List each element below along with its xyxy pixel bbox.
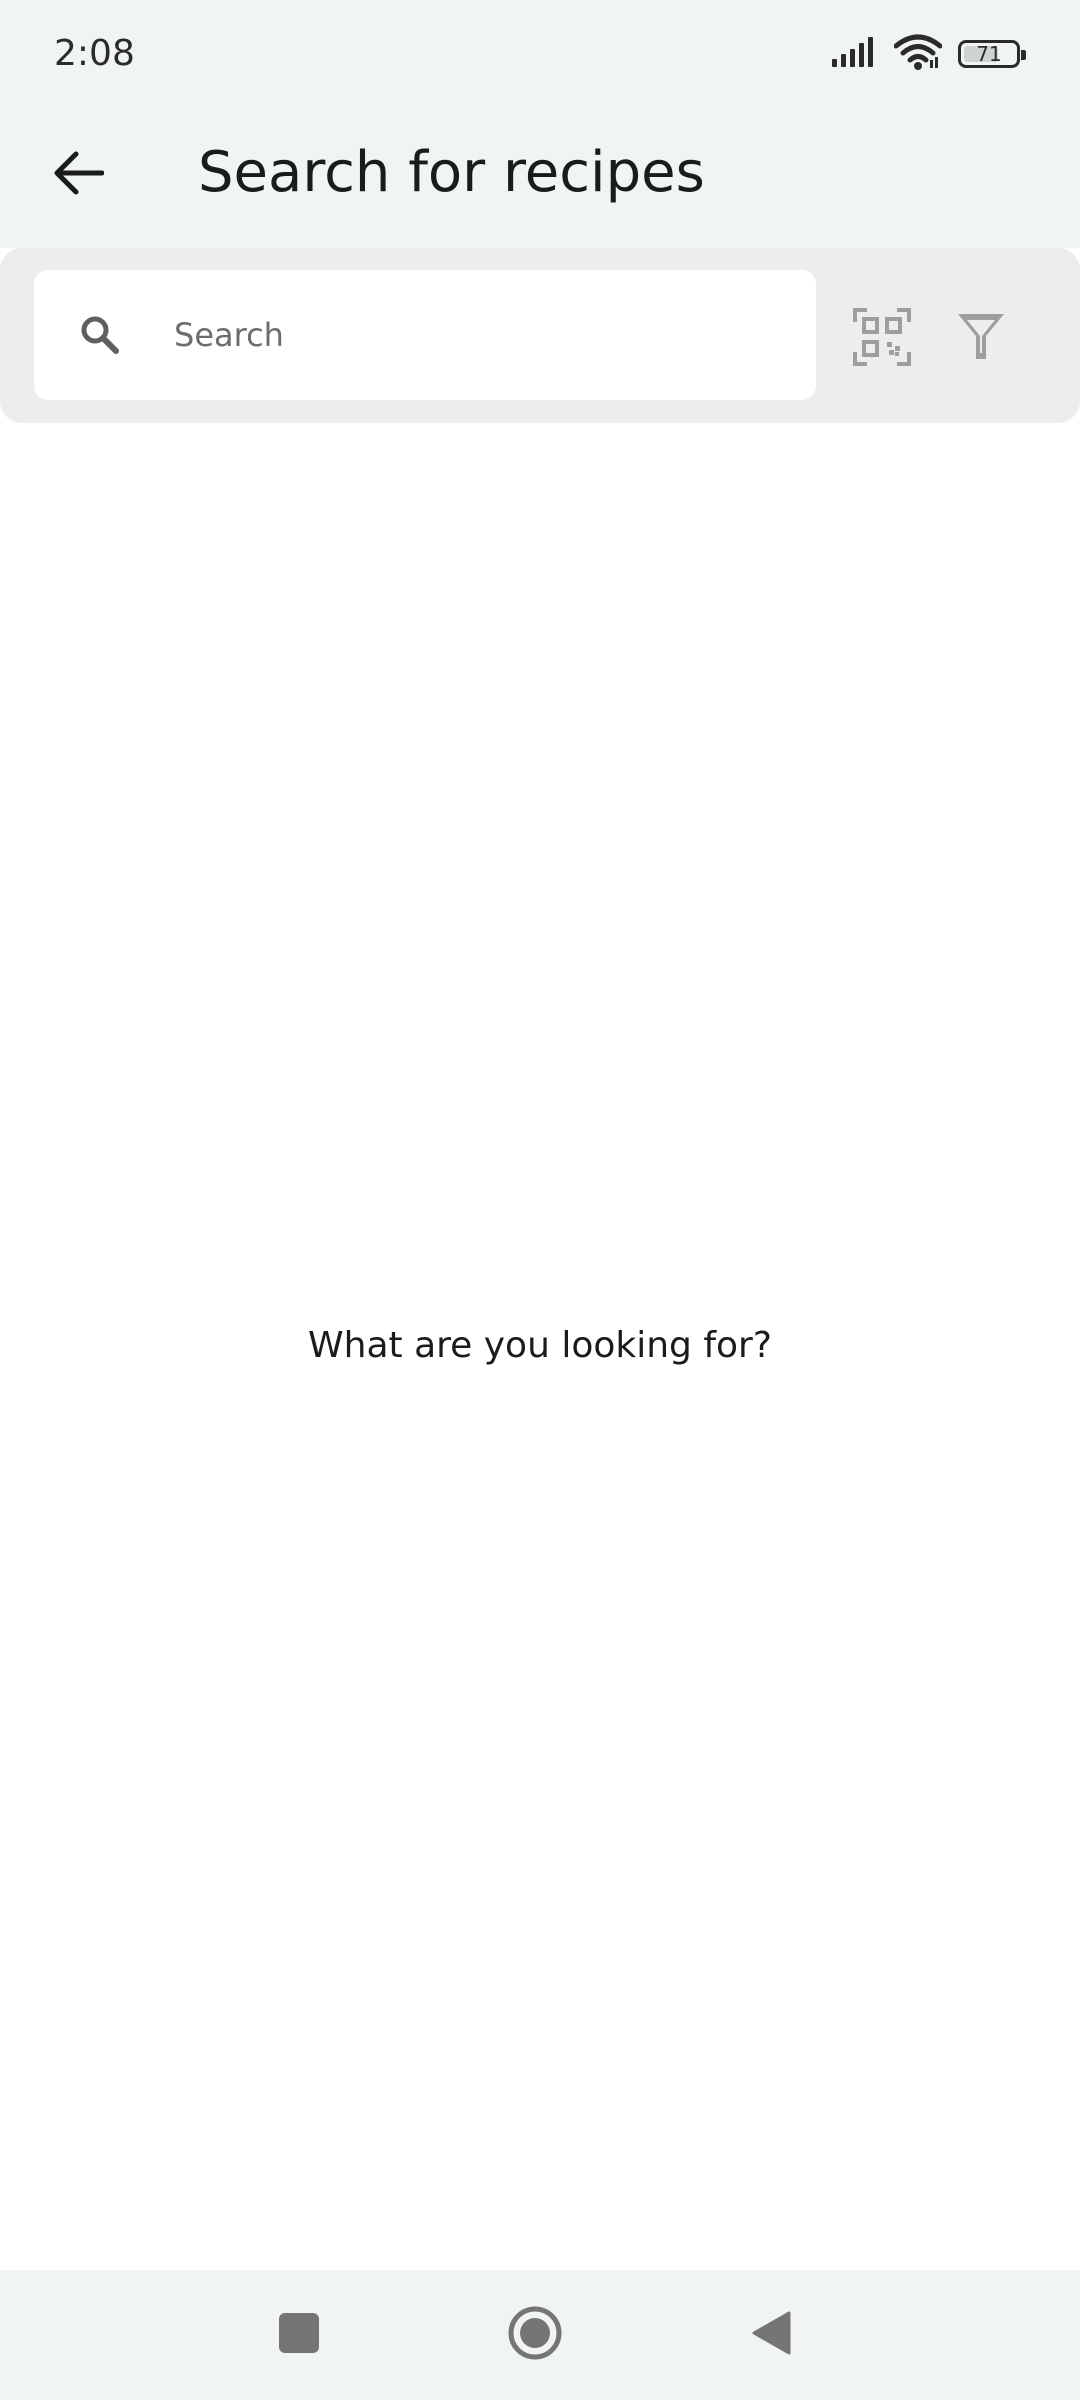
filter-button[interactable]: [945, 303, 1017, 375]
back-triangle-icon: [751, 2310, 791, 2360]
qr-scan-icon: [853, 308, 911, 370]
battery-icon: 71: [958, 40, 1026, 68]
scan-button[interactable]: [845, 302, 919, 376]
recents-icon: [279, 2313, 319, 2357]
system-nav-bar: [0, 2270, 1080, 2400]
app-bar: Search for recipes: [0, 110, 1080, 248]
signal-icon: [832, 37, 878, 71]
recents-button[interactable]: [254, 2290, 344, 2380]
arrow-back-icon: [52, 150, 105, 200]
home-icon: [507, 2305, 563, 2365]
search-input[interactable]: [174, 295, 774, 375]
status-bar: 2:08 71: [0, 0, 1080, 110]
battery-cap: [1021, 50, 1026, 60]
system-back-button[interactable]: [726, 2290, 816, 2380]
back-button[interactable]: [38, 135, 118, 215]
battery-level-text: 71: [976, 42, 1002, 66]
wifi-icon: [893, 34, 943, 74]
empty-state-message: What are you looking for?: [308, 1325, 772, 1366]
search-box[interactable]: [34, 270, 816, 400]
status-time: 2:08: [54, 33, 135, 74]
search-icon: [74, 309, 126, 361]
home-button[interactable]: [490, 2290, 580, 2380]
page-title: Search for recipes: [198, 140, 705, 205]
search-panel: [0, 248, 1080, 423]
status-icons: 71: [832, 30, 1026, 78]
filter-icon: [956, 312, 1006, 366]
